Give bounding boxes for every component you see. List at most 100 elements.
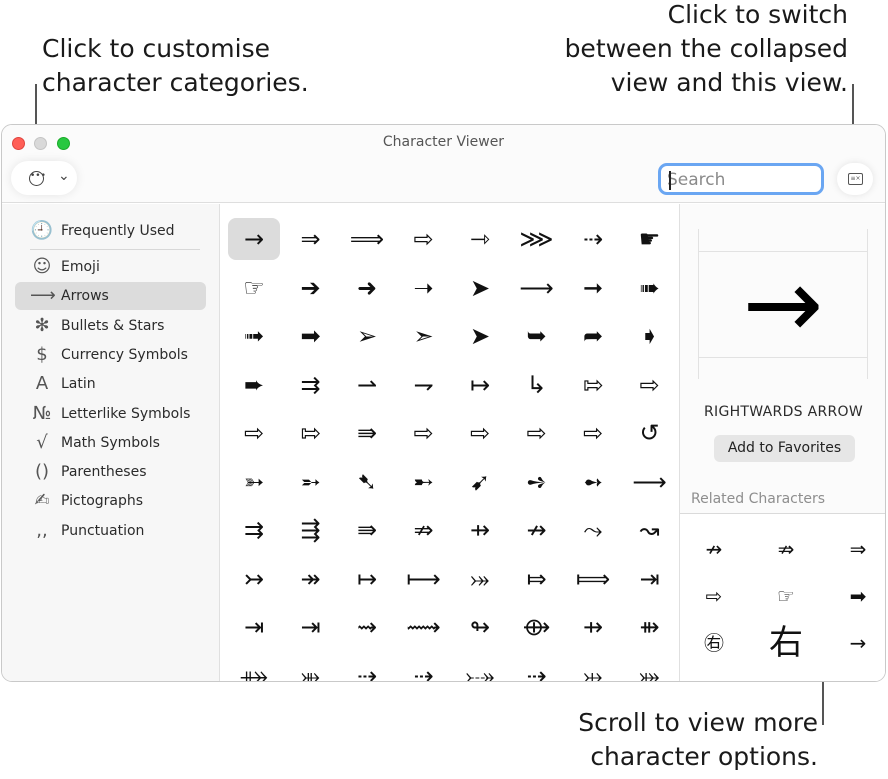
character-cell[interactable]: ➷ <box>341 461 393 503</box>
character-cell[interactable]: ⇶ <box>285 509 337 551</box>
character-cell[interactable]: ↦ <box>454 364 506 406</box>
character-cell[interactable]: ⇰ <box>285 412 337 454</box>
related-character[interactable]: 右 <box>760 620 812 666</box>
character-cell[interactable]: ⟹ <box>341 218 393 260</box>
sidebar-item-latin[interactable]: A Latin <box>15 370 206 398</box>
sidebar-item-emoji[interactable]: ☺ Emoji <box>15 253 206 281</box>
character-cell[interactable]: ⇛ <box>341 509 393 551</box>
character-cell[interactable]: ⤔ <box>567 655 619 682</box>
character-cell[interactable]: ⇨ <box>398 412 450 454</box>
related-character[interactable]: ⇒ <box>832 526 884 572</box>
sidebar-item-arrows[interactable]: ⟶ Arrows <box>15 282 206 311</box>
character-cell[interactable]: ➠ <box>624 267 676 309</box>
character-cell[interactable]: ➧ <box>624 315 676 357</box>
character-cell[interactable]: ☛ <box>624 218 676 260</box>
character-cell[interactable]: ➨ <box>228 364 280 406</box>
sidebar-item-math-symbols[interactable]: √ Math Symbols <box>15 429 206 457</box>
character-cell[interactable]: ⇻ <box>624 606 676 648</box>
character-cell[interactable]: ➢ <box>341 315 393 357</box>
character-cell[interactable]: ⇥ <box>624 558 676 600</box>
character-cell[interactable]: ⇢ <box>567 218 619 260</box>
sidebar-item-frequently-used[interactable]: 🕘 Frequently Used <box>15 217 206 245</box>
character-cell[interactable]: ⇨ <box>454 412 506 454</box>
character-cell[interactable]: ⤕ <box>285 655 337 682</box>
character-cell[interactable]: ⤇ <box>511 558 563 600</box>
character-cell[interactable]: ⇨ <box>567 412 619 454</box>
character-cell[interactable]: ⇒ <box>285 218 337 260</box>
character-cell[interactable]: ⇨ <box>511 412 563 454</box>
character-grid[interactable]: → ⇒ ⟹ ⇨ ⇾ ⋙ ⇢ ☛ ☞ ➔ ➜ ➝ ➤ ⟶ ➞ ➠ ➟ ➡ ➢ ➣ ➤ ➥ ➦ ➧ ➨ ⇉ ⇀ ⇁ ↦ ↳ ⇰ ⇨ ⇨ ⇰ ⇛ ⇨ ⇨ ⇨ ⇨ ↺… <box>221 204 679 682</box>
character-cell[interactable]: ⟿ <box>398 606 450 648</box>
related-character[interactable]: ㊨ <box>688 620 740 666</box>
character-cell[interactable]: ⤐ <box>454 655 506 682</box>
related-character[interactable]: ↛ <box>688 526 740 572</box>
toggle-collapsed-view-button[interactable]: ≡× <box>837 163 873 195</box>
sidebar-item-pictographs[interactable]: ✍ Pictographs <box>15 487 206 515</box>
character-cell[interactable]: ➟ <box>228 315 280 357</box>
character-cell[interactable]: ☞ <box>228 267 280 309</box>
character-cell[interactable]: ⇸ <box>454 509 506 551</box>
character-cell[interactable]: ➔ <box>285 267 337 309</box>
character-cell[interactable]: ⇢ <box>398 655 450 682</box>
character-cell[interactable]: ⇨ <box>398 218 450 260</box>
character-cell[interactable]: ➻ <box>567 461 619 503</box>
character-cell[interactable]: ➳ <box>228 461 280 503</box>
character-cell[interactable]: ➣ <box>398 315 450 357</box>
sidebar-item-currency-symbols[interactable]: $ Currency Symbols <box>15 341 206 369</box>
related-character[interactable]: ➡ <box>832 573 884 619</box>
character-cell[interactable]: ⇥ <box>285 606 337 648</box>
character-cell[interactable]: ⟶ <box>511 267 563 309</box>
related-character[interactable]: ⇏ <box>760 526 812 572</box>
related-character[interactable]: → <box>832 620 884 666</box>
character-cell[interactable]: ↺ <box>624 412 676 454</box>
sidebar-item-letterlike-symbols[interactable]: № Letterlike Symbols <box>15 400 206 428</box>
character-cell[interactable]: ⤁ <box>228 655 280 682</box>
character-cell[interactable]: ⇝ <box>341 606 393 648</box>
character-cell[interactable]: ↳ <box>511 364 563 406</box>
character-cell[interactable]: ⤗ <box>624 655 676 682</box>
character-cell[interactable]: ➞ <box>567 267 619 309</box>
character-cell[interactable]: ➝ <box>398 267 450 309</box>
related-character[interactable]: ⇨ <box>688 573 740 619</box>
character-cell[interactable]: ⇀ <box>341 364 393 406</box>
character-cell[interactable]: ↦ <box>341 558 393 600</box>
character-cell[interactable]: ➤ <box>454 315 506 357</box>
character-cell[interactable]: ➵ <box>285 461 337 503</box>
character-cell[interactable]: ⟼ <box>398 558 450 600</box>
character-cell[interactable]: ⇰ <box>567 364 619 406</box>
character-cell[interactable]: ➤ <box>454 267 506 309</box>
character-cell[interactable]: ⇁ <box>398 364 450 406</box>
related-characters-grid[interactable]: ↛ ⇏ ⇒ ⇨ ☞ ➡ ㊨右 → <box>680 514 885 681</box>
search-field[interactable] <box>658 163 824 195</box>
character-cell[interactable]: ➜ <box>341 267 393 309</box>
character-cell[interactable]: ⤖ <box>454 558 506 600</box>
character-cell[interactable]: ⇏ <box>398 509 450 551</box>
character-cell[interactable]: ⇾ <box>454 218 506 260</box>
character-cell[interactable]: ⇢ <box>511 655 563 682</box>
character-cell[interactable]: ➡ <box>285 315 337 357</box>
character-cell[interactable]: ➺ <box>511 461 563 503</box>
character-cell[interactable]: ⟾ <box>567 558 619 600</box>
add-to-favorites-button[interactable]: Add to Favorites <box>714 435 855 462</box>
search-input[interactable] <box>667 169 817 191</box>
character-cell[interactable]: ➥ <box>511 315 563 357</box>
character-cell[interactable]: ⤳ <box>567 509 619 551</box>
sidebar-item-parentheses[interactable]: () Parentheses <box>15 458 206 486</box>
character-cell[interactable]: ↠ <box>285 558 337 600</box>
character-cell[interactable]: ➹ <box>454 461 506 503</box>
character-cell[interactable]: ↛ <box>511 509 563 551</box>
character-cell[interactable]: ⋙ <box>511 218 563 260</box>
character-cell[interactable]: ⇥ <box>228 606 280 648</box>
related-character[interactable]: ☞ <box>760 573 812 619</box>
character-cell[interactable]: ↬ <box>454 606 506 648</box>
character-cell[interactable]: ⇸ <box>567 606 619 648</box>
character-cell[interactable]: ↝ <box>624 509 676 551</box>
character-cell[interactable]: ➦ <box>567 315 619 357</box>
character-cell[interactable]: ⇉ <box>285 364 337 406</box>
character-cell[interactable]: ⟴ <box>511 606 563 648</box>
character-cell[interactable]: ⟶ <box>624 461 676 503</box>
character-cell[interactable]: → <box>228 218 280 260</box>
character-cell[interactable]: ⇢ <box>341 655 393 682</box>
character-cell[interactable]: ↣ <box>228 558 280 600</box>
character-cell[interactable]: ⇨ <box>624 364 676 406</box>
